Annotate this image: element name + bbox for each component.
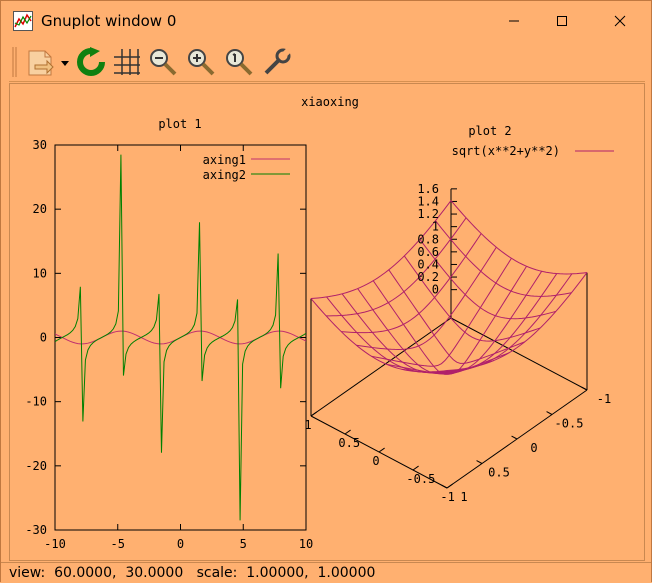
grid-button[interactable]: [111, 46, 143, 78]
status-text: view: 60.0000, 30.0000 scale: 1.00000, 1…: [9, 565, 376, 581]
plot2-ytick: [412, 465, 419, 471]
minimize-icon: [509, 20, 519, 22]
plot2-base-edge: [310, 317, 452, 417]
plot2-ytick-label: 1: [304, 418, 311, 432]
plot2-surface-mesh: [310, 200, 588, 375]
plot1-ytick-label: -10: [25, 395, 47, 409]
plot2-ytick-label: -1: [440, 490, 454, 504]
plot2-ytick: [446, 483, 453, 489]
plot1-xtick-label: -10: [44, 537, 66, 551]
status-bar: view: 60.0000, 30.0000 scale: 1.00000, 1…: [1, 562, 651, 583]
surface-mesh-line: [446, 272, 588, 372]
plot2-xtick: [581, 386, 588, 391]
plot1-tick-labels: -10 -5 0 5 10 -30 -20 -10 0 10 20 30: [25, 138, 313, 551]
toolbar-grip[interactable]: [11, 47, 19, 77]
plot2-ytick-label: -0.5: [406, 472, 435, 486]
plot-canvas[interactable]: xiaoxing plot 1 -10 -5 0 5 10 -30 -20 -10 0 10 20 3…: [9, 83, 645, 561]
options-button[interactable]: [261, 46, 293, 78]
zoom-reset-icon: [226, 49, 253, 76]
minimize-button[interactable]: [491, 1, 537, 41]
plot2-ytick: [378, 447, 385, 453]
surface-mesh-line: [386, 265, 527, 375]
plot2-ztick-label: 0.2: [417, 270, 439, 284]
plot2-ztick-label: 0.8: [417, 232, 439, 246]
title-bar[interactable]: Gnuplot window 0: [1, 1, 651, 41]
zoom-in-button[interactable]: [185, 46, 217, 78]
plot1-ytick-label: 0: [40, 331, 47, 345]
replot-icon: [77, 47, 105, 76]
plot2-xtick-label: -0.5: [555, 417, 584, 431]
wrench-icon: [264, 48, 291, 75]
plot1-title: plot 1: [158, 117, 201, 131]
surface-mesh-line: [326, 296, 463, 374]
plot1-ytick-label: 20: [33, 202, 47, 216]
surface-mesh-line: [419, 239, 557, 320]
legend-label-axing1: axing1: [203, 153, 246, 167]
plot2-xtick: [546, 411, 553, 415]
close-button[interactable]: [597, 1, 643, 41]
gnuplot-app-icon: [13, 11, 33, 31]
plot1-xtick-label: 0: [177, 537, 184, 551]
plot1-series-axing2: [55, 154, 306, 521]
plot2-ztick-label: 1.4: [417, 194, 439, 208]
plot1-xtick-label: 5: [240, 537, 247, 551]
plot1-ytick-label: -30: [25, 523, 47, 537]
plot1-ytick-label: -20: [25, 459, 47, 473]
plot2-ytick-label: 0.5: [338, 436, 360, 450]
grid-icon: [114, 49, 140, 75]
zoom-reset-button[interactable]: [223, 46, 255, 78]
plot2-ytick: [344, 429, 351, 435]
plot2-ztick-label: 1.6: [417, 182, 439, 196]
plot1-xtick-label: 10: [299, 537, 313, 551]
zoom-out-button[interactable]: [147, 46, 179, 78]
close-icon: [614, 15, 626, 27]
plot2-ztick-label: 0.4: [417, 257, 439, 271]
copy-button[interactable]: [23, 46, 71, 78]
plot2-xtick: [441, 484, 448, 489]
plot2-xtick-label: 0.5: [488, 466, 510, 480]
plot2-ytick: [310, 411, 317, 417]
plot2-ztick-label: 0.6: [417, 245, 439, 259]
plot2-ytick-label: 0: [372, 454, 379, 468]
replot-button[interactable]: [75, 46, 107, 78]
plot1-xtick-label: -5: [111, 537, 125, 551]
window-title: Gnuplot window 0: [41, 12, 177, 30]
plot-svg: xiaoxing plot 1 -10 -5 0 5 10-30-20-10010203…: [25, 95, 614, 551]
toolbar: [9, 43, 645, 82]
plot2-xtick-label: 0: [530, 441, 537, 455]
copy-icon: [28, 50, 69, 76]
legend-label-axing2: axing2: [203, 168, 246, 182]
plot2-xtick-label: -1: [597, 392, 611, 406]
plot2-ztick-label: 1: [432, 220, 439, 234]
plot1-ytick-label: 30: [33, 138, 47, 152]
zoom-in-icon: [188, 49, 215, 76]
maximize-button[interactable]: [539, 1, 585, 41]
maximize-icon: [557, 16, 567, 26]
plot2-ztick-label: 1.2: [417, 207, 439, 221]
gnuplot-window: Gnuplot window 0 xiaoxing plot 1 -10 -5 …: [0, 0, 652, 583]
legend-label-surface: sqrt(x**2+y**2): [452, 144, 560, 158]
figure-title: xiaoxing: [301, 95, 359, 109]
plot2-ztick-label: 0: [432, 283, 439, 297]
surface-mesh-line: [388, 269, 525, 364]
plot2-xtick: [511, 435, 518, 440]
plot2-xtick-label: 1: [460, 490, 467, 504]
zoom-out-icon: [150, 49, 177, 76]
plot1-ytick-label: 10: [33, 266, 47, 280]
plot2-title: plot 2: [468, 124, 511, 138]
plot2-xtick: [476, 460, 483, 464]
surface-mesh-line: [401, 270, 543, 374]
